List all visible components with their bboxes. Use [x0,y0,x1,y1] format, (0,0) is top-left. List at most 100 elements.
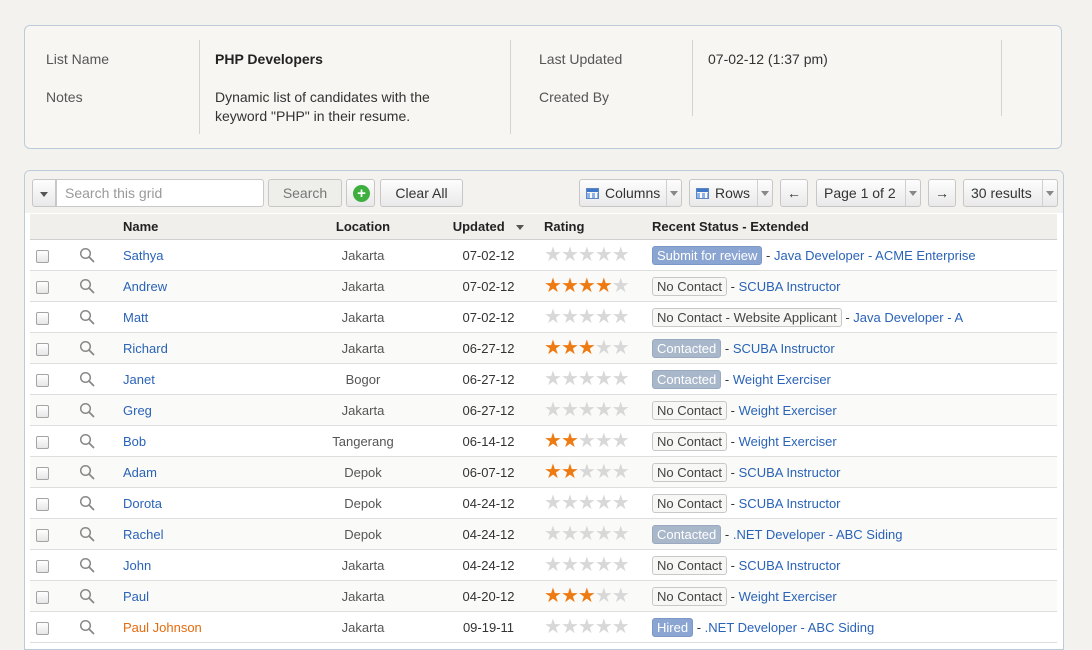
status-badge[interactable]: Contacted [652,369,722,389]
status-badge[interactable]: No Contact [652,586,728,606]
magnifier-icon[interactable] [79,402,95,418]
status-job-link[interactable]: SCUBA Instructor [739,465,841,480]
table-row[interactable]: Adam Depok 06-07-12 ★★★★★ No Contact - S… [30,456,1057,488]
table-row[interactable]: Paul Johnson Jakarta 09-19-11 ★★★★★ Hire… [30,611,1057,643]
magnifier-icon[interactable] [79,464,95,480]
magnifier-icon[interactable] [79,371,95,387]
magnifier-icon[interactable] [79,619,95,635]
magnifier-icon[interactable] [79,433,95,449]
star-icon[interactable]: ★ [561,399,579,421]
star-icon[interactable]: ★ [595,275,613,297]
star-icon[interactable]: ★ [612,368,630,390]
magnifier-icon[interactable] [79,557,95,573]
star-rating[interactable]: ★★★★★ [544,275,630,297]
row-checkbox[interactable] [36,404,49,418]
row-checkbox[interactable] [36,249,49,263]
star-icon[interactable]: ★ [544,523,562,545]
star-icon[interactable]: ★ [561,430,579,452]
star-icon[interactable]: ★ [595,306,613,328]
star-rating[interactable]: ★★★★★ [544,337,630,359]
candidate-name-link[interactable]: Rachel [123,527,163,542]
candidate-name-link[interactable]: Janet [123,372,155,387]
star-icon[interactable]: ★ [612,337,630,359]
star-icon[interactable]: ★ [578,585,596,607]
status-badge[interactable]: Contacted [652,524,722,544]
table-row[interactable]: Rachel Depok 04-24-12 ★★★★★ Contacted - … [30,518,1057,550]
star-icon[interactable]: ★ [561,306,579,328]
star-icon[interactable]: ★ [612,616,630,638]
star-icon[interactable]: ★ [561,616,579,638]
status-badge[interactable]: No Contact [652,462,728,482]
next-page-button[interactable]: → [928,179,956,207]
star-icon[interactable]: ★ [561,244,579,266]
star-icon[interactable]: ★ [612,554,630,576]
row-checkbox[interactable] [36,497,49,511]
row-checkbox[interactable] [36,311,49,325]
results-per-page-selector[interactable]: 30 results [963,179,1058,207]
star-icon[interactable]: ★ [561,275,579,297]
candidate-name-link[interactable]: Adam [123,465,157,480]
star-icon[interactable]: ★ [612,275,630,297]
status-job-link[interactable]: SCUBA Instructor [739,279,841,294]
star-rating[interactable]: ★★★★★ [544,244,630,266]
star-rating[interactable]: ★★★★★ [544,523,630,545]
star-rating[interactable]: ★★★★★ [544,368,630,390]
star-icon[interactable]: ★ [595,616,613,638]
status-badge[interactable]: No Contact [652,493,728,513]
candidate-name-link[interactable]: John [123,558,151,573]
star-icon[interactable]: ★ [561,337,579,359]
star-icon[interactable]: ★ [544,585,562,607]
star-icon[interactable]: ★ [595,461,613,483]
magnifier-icon[interactable] [79,309,95,325]
star-icon[interactable]: ★ [595,430,613,452]
star-icon[interactable]: ★ [595,337,613,359]
candidate-name-link[interactable]: Richard [123,341,168,356]
star-icon[interactable]: ★ [578,275,596,297]
star-icon[interactable]: ★ [561,492,579,514]
magnifier-icon[interactable] [79,588,95,604]
star-icon[interactable]: ★ [595,554,613,576]
row-checkbox[interactable] [36,590,49,604]
star-icon[interactable]: ★ [578,430,596,452]
status-job-link[interactable]: Java Developer - ACME Enterprise [774,248,976,263]
location-column-header[interactable]: Location [293,214,433,240]
status-job-link[interactable]: SCUBA Instructor [739,496,841,511]
star-icon[interactable]: ★ [578,523,596,545]
status-job-link[interactable]: Weight Exerciser [733,372,831,387]
star-icon[interactable]: ★ [612,523,630,545]
star-icon[interactable]: ★ [544,492,562,514]
star-icon[interactable]: ★ [612,399,630,421]
star-rating[interactable]: ★★★★★ [544,461,630,483]
status-job-link[interactable]: .NET Developer - ABC Siding [705,620,875,635]
star-icon[interactable]: ★ [561,585,579,607]
star-icon[interactable]: ★ [578,337,596,359]
star-icon[interactable]: ★ [561,461,579,483]
star-icon[interactable]: ★ [544,306,562,328]
add-button[interactable]: + [346,179,375,207]
candidate-name-link[interactable]: Greg [123,403,152,418]
table-row[interactable]: Matt Jakarta 07-02-12 ★★★★★ No Contact -… [30,301,1057,333]
star-icon[interactable]: ★ [595,585,613,607]
star-icon[interactable]: ★ [612,461,630,483]
star-icon[interactable]: ★ [595,492,613,514]
star-icon[interactable]: ★ [578,244,596,266]
star-icon[interactable]: ★ [561,368,579,390]
page-selector[interactable]: Page 1 of 2 [816,179,921,207]
row-checkbox[interactable] [36,559,49,573]
status-job-link[interactable]: Java Developer - A [853,310,963,325]
table-row[interactable]: Bob Tangerang 06-14-12 ★★★★★ No Contact … [30,425,1057,457]
star-icon[interactable]: ★ [612,430,630,452]
star-rating[interactable]: ★★★★★ [544,399,630,421]
star-icon[interactable]: ★ [561,554,579,576]
star-icon[interactable]: ★ [544,461,562,483]
star-rating[interactable]: ★★★★★ [544,492,630,514]
star-rating[interactable]: ★★★★★ [544,554,630,576]
star-icon[interactable]: ★ [561,523,579,545]
row-checkbox[interactable] [36,280,49,294]
search-button[interactable]: Search [268,179,342,207]
columns-button[interactable]: Columns [579,179,682,207]
rating-column-header[interactable]: Rating [544,214,648,240]
row-checkbox[interactable] [36,528,49,542]
candidate-name-link[interactable]: Sathya [123,248,163,263]
updated-column-header[interactable]: Updated [433,214,544,240]
